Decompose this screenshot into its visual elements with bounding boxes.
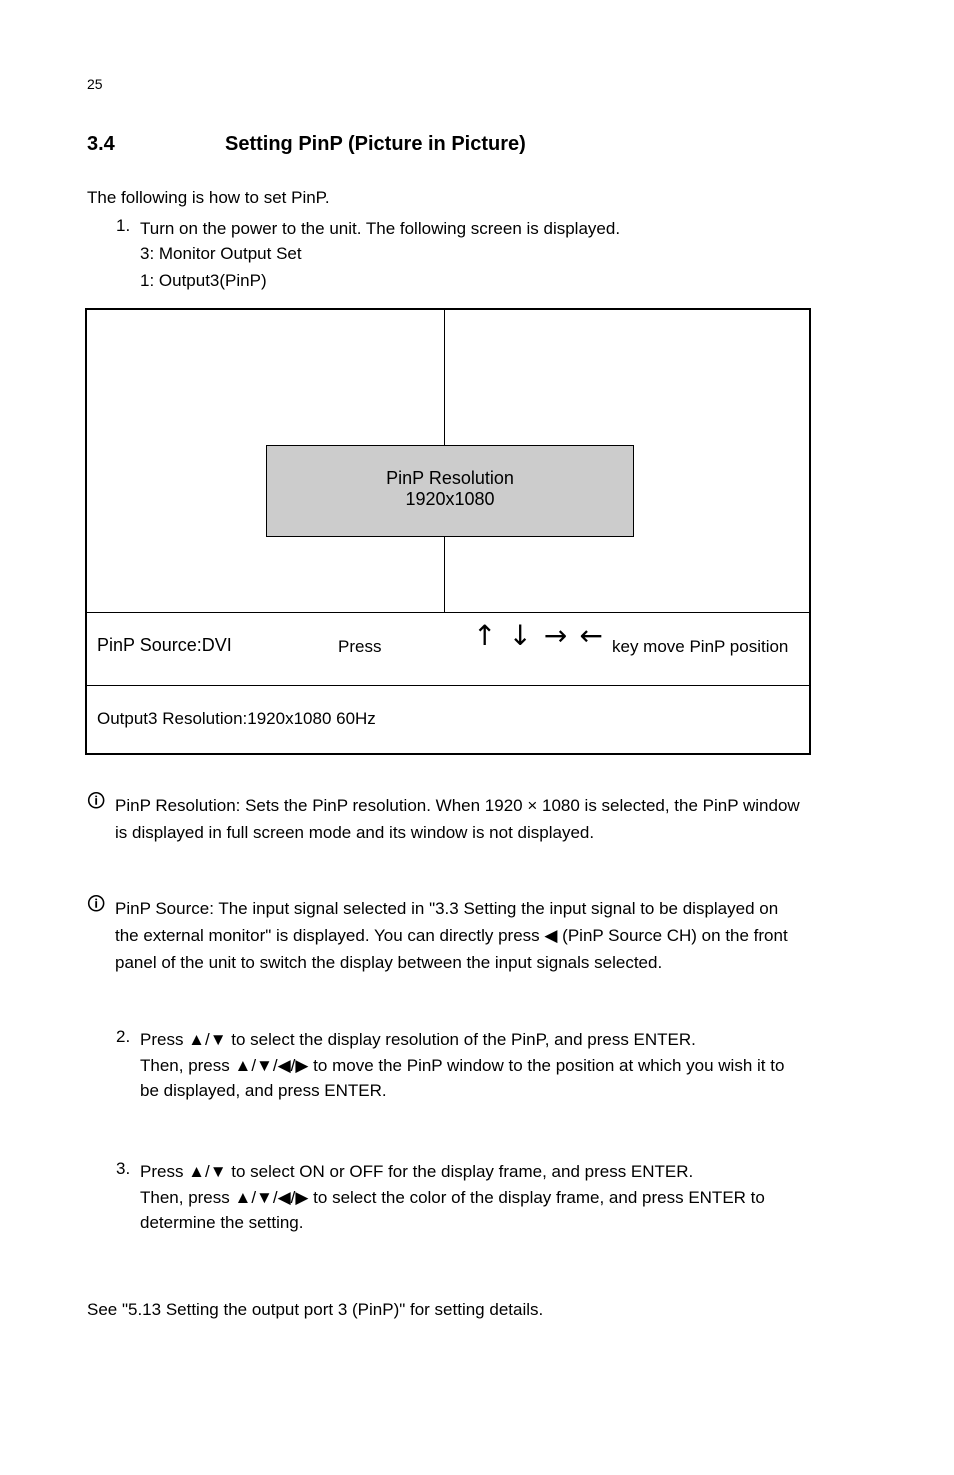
- step-2-number: 2.: [116, 1027, 130, 1047]
- note-1-text: PinP Resolution: Sets the PinP resolutio…: [115, 792, 867, 846]
- screen-diagram: PinP Resolution 1920x1080 PinP Source:DV…: [85, 308, 811, 755]
- step-3-text: Press ▲/▼ to select ON or OFF for the di…: [140, 1159, 765, 1236]
- step-2-text: Press ▲/▼ to select the display resoluti…: [140, 1027, 784, 1104]
- bottom-status-row: Output3 Resolution:1920x1080 60Hz: [87, 685, 809, 753]
- section-number: 3.4: [87, 133, 115, 156]
- move-label: key move PinP position: [612, 637, 788, 657]
- key-label-1: 3: Monitor Output Set: [140, 244, 302, 264]
- key-label-2: 1: Output3(PinP): [140, 271, 267, 291]
- step-1-number: 1.: [116, 216, 130, 236]
- page-number: 25: [87, 76, 103, 92]
- step-3-number: 3.: [116, 1159, 130, 1179]
- pinp-source-label: PinP Source:DVI: [97, 635, 232, 656]
- section-title: Setting PinP (Picture in Picture): [225, 133, 526, 156]
- reference-text: See "5.13 Setting the output port 3 (Pin…: [87, 1297, 867, 1323]
- intro-text: The following is how to set PinP.: [87, 188, 330, 208]
- arrow-keys-icon: ↑↓→←: [473, 619, 615, 652]
- pinp-resolution-value: 1920x1080: [267, 489, 633, 510]
- step-1-text: Turn on the power to the unit. The follo…: [140, 216, 620, 242]
- note-icon: 🛈: [87, 895, 105, 913]
- note-icon: 🛈: [87, 792, 105, 810]
- output3-resolution-label: Output3 Resolution:1920x1080 60Hz: [97, 709, 376, 729]
- pinp-resolution-title: PinP Resolution: [267, 446, 633, 489]
- status-row: PinP Source:DVI Press ↑↓→← key move PinP…: [87, 613, 809, 686]
- pinp-resolution-box: PinP Resolution 1920x1080: [266, 445, 634, 537]
- note-2-text: PinP Source: The input signal selected i…: [115, 895, 867, 977]
- press-label: Press: [338, 637, 381, 657]
